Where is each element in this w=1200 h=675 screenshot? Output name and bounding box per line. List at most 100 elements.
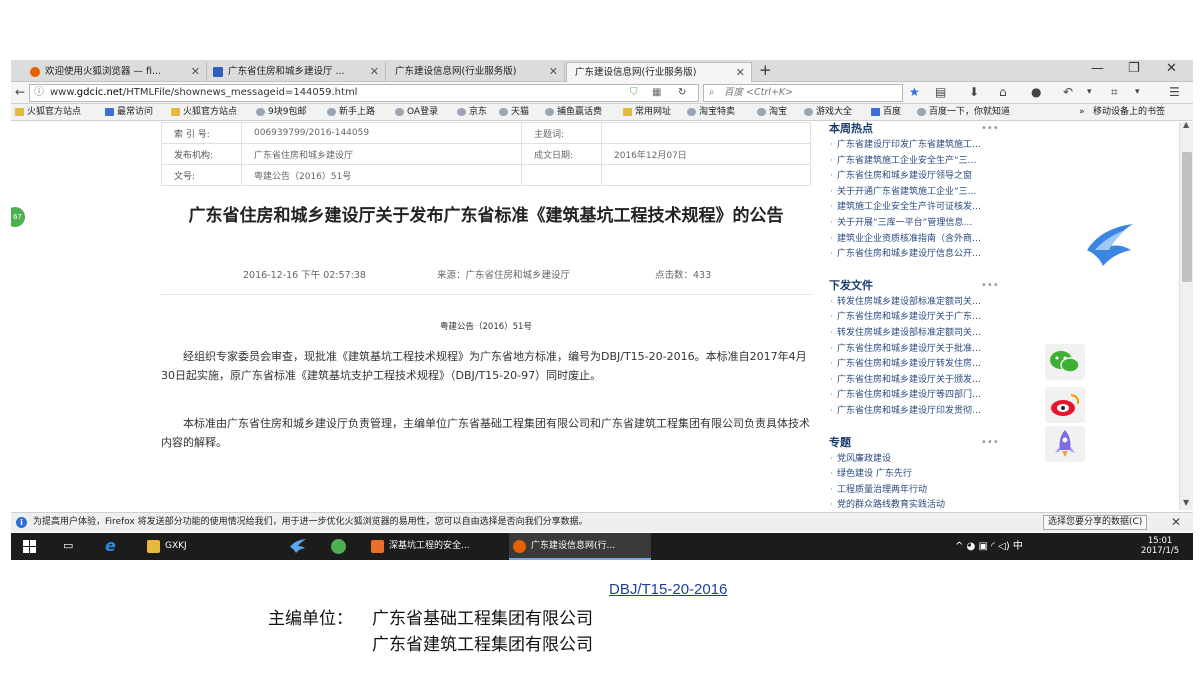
back-arrow-icon[interactable]: ← [15,85,25,99]
menu-icon[interactable]: ☰ [1169,85,1180,99]
bookmark-item[interactable]: 新手上路 [327,104,375,120]
list-item[interactable]: 广东省住房和城乡建设厅信息公开… [829,247,1014,263]
chevron-down-icon[interactable]: ▾ [1135,87,1140,97]
reload-icon[interactable]: ↻ [678,85,686,101]
list-item[interactable]: 关于开展“三库一平台”管理信息… [829,216,1014,232]
scrollbar[interactable]: ▲ ▼ [1179,122,1193,510]
list-item[interactable]: 广东省住房和城乡建设厅关于颁发… [829,373,1014,389]
bookmark-item[interactable]: 最常访问 [105,104,153,120]
bird-app-icon[interactable] [289,538,307,557]
chevron-down-icon[interactable]: ▾ [1087,87,1092,97]
bookmark-item[interactable]: 百度一下，你就知道 [917,104,1010,120]
bird-logo-icon[interactable] [1081,220,1141,270]
float-badge[interactable]: 67 [11,207,25,227]
mobile-bookmarks[interactable]: 移动设备上的书签 [1093,104,1165,120]
qr-icon[interactable]: ▦ [652,85,661,101]
tab-gdcic-active[interactable]: 广东建设信息网(行业服务版) ✕ [566,62,752,82]
tab-firefox-welcome[interactable]: 欢迎使用火狐浏览器 — fi... ✕ [25,62,207,82]
list-item[interactable]: 工程质量治理两年行动 [829,483,1014,499]
list-item[interactable]: 党的群众路线教育实践活动 [829,498,1014,510]
rocket-icon[interactable] [1045,426,1085,462]
list-item[interactable]: 广东省住房和城乡建设厅转发住房… [829,357,1014,373]
bookmark-item[interactable]: 火狐官方站点 [15,104,81,120]
bookmark-item[interactable]: 常用网址 [623,104,671,120]
search-input[interactable]: ⌕ 百度 <Ctrl+K> [703,84,903,102]
taskbar-item-active[interactable]: 广东建设信息网(行... [509,533,651,560]
undo-icon[interactable]: ↶ [1063,85,1073,99]
url-bar[interactable]: ⓘ www.gdcic.net/HTMLFile/shownews_messag… [29,84,699,102]
wechat-icon[interactable] [1045,344,1085,380]
sidebar-hot: 本周热点••• 广东省建设厅印发广东省建筑施工… 广东省建筑施工企业安全生产“三… [829,122,1029,263]
info-icon: i [16,517,27,528]
list-item[interactable]: 广东省建设厅印发广东省建筑施工… [829,138,1014,154]
tab-gdcic-1[interactable]: 广东建设信息网(行业服务版) ✕ [387,62,565,82]
system-tray[interactable]: ^ ◕ ▣ ◜ ◁) 中 [955,533,1023,560]
list-item[interactable]: 广东省住房和城乡建设厅关于广东… [829,310,1014,326]
bookmark-item[interactable]: 捕鱼赢话费 [545,104,602,120]
list-item[interactable]: 党风廉政建设 [829,452,1014,468]
bookmark-item[interactable]: OA登录 [395,104,438,120]
list-item[interactable]: 转发住房城乡建设部标准定额司关… [829,326,1014,342]
list-item[interactable]: 广东省建筑施工企业安全生产“三… [829,154,1014,170]
crop-icon[interactable]: ⌗ [1111,85,1118,100]
close-icon[interactable]: ✕ [370,62,379,82]
taskbar-item[interactable]: 深基坑工程的安全... [367,533,507,560]
sidebar: 本周热点••• 广东省建设厅印发广东省建筑施工… 广东省建筑施工企业安全生产“三… [829,122,1029,510]
more-link[interactable]: ••• [981,434,999,452]
clock[interactable]: 15:01 2017/1/5 [1141,536,1179,556]
bookmark-item[interactable]: 淘宝特卖 [687,104,735,120]
list-item[interactable]: 绿色建设 广东先行 [829,467,1014,483]
list-item[interactable]: 广东省住房和城乡建设厅领导之窗 [829,169,1014,185]
home-icon[interactable]: ⌂ [999,85,1007,99]
windows-start-icon[interactable] [23,540,36,556]
close-icon[interactable]: ✕ [1171,513,1181,532]
minimize-button[interactable]: — [1091,61,1104,76]
list-item[interactable]: 转发住房城乡建设部标准定额司关… [829,295,1014,311]
standard-code-link[interactable]: DBJ/T15-20-2016 [609,581,727,598]
shield-icon[interactable]: ⛉ [630,85,638,101]
more-link[interactable]: ••• [981,277,999,295]
article-clicks: 点击数：433 [655,270,712,281]
reading-list-icon[interactable]: ▤ [935,85,946,99]
weibo-icon[interactable] [1045,387,1085,423]
maximize-button[interactable]: ❐ [1128,61,1140,76]
list-item[interactable]: 广东省住房和城乡建设厅关于批准… [829,342,1014,358]
info-icon[interactable]: ⓘ [34,85,44,101]
bookmark-item[interactable]: 火狐官方站点 [171,104,237,120]
more-link[interactable]: ••• [981,122,999,138]
task-view-icon[interactable]: ▭ [63,539,73,552]
list-item[interactable]: 建筑业企业资质核准指南（含外商… [829,232,1014,248]
bookmark-item[interactable]: 游戏大全 [804,104,852,120]
tab-gd-housing[interactable]: 广东省住房和城乡建设厅 ... ✕ [208,62,386,82]
share-data-button[interactable]: 选择您要分享的数据(C) [1043,515,1148,530]
chat-icon[interactable]: ● [1031,85,1041,99]
chevron-right-icon[interactable]: » [1079,104,1085,120]
list-item[interactable]: 建筑施工企业安全生产许可证核发… [829,200,1014,216]
chevron-down-icon[interactable]: ▼ [1183,498,1189,507]
close-icon[interactable]: ✕ [191,62,200,82]
editor-label: 主编单位： [268,609,353,629]
browser-screenshot: 欢迎使用火狐浏览器 — fi... ✕ 广东省住房和城乡建设厅 ... ✕ 广东… [11,60,1193,560]
scrollbar-thumb[interactable] [1182,152,1192,282]
article-datetime: 2016-12-16 下午 02:57:38 [243,270,366,281]
download-icon[interactable]: ⬇ [969,85,979,99]
bookmark-item[interactable]: 淘宝 [757,104,787,120]
bookmark-item[interactable]: 百度 [871,104,901,120]
bookmark-item[interactable]: 9块9包邮 [256,104,306,120]
close-icon[interactable]: ✕ [736,63,745,82]
list-item[interactable]: 广东省住房和城乡建设厅印发贯彻… [829,404,1014,420]
star-icon[interactable]: ★ [909,85,920,99]
tab-bar: 欢迎使用火狐浏览器 — fi... ✕ 广东省住房和城乡建设厅 ... ✕ 广东… [11,60,1193,82]
chevron-up-icon[interactable]: ▲ [1183,122,1189,129]
close-icon[interactable]: ✕ [549,62,558,82]
green-app-icon[interactable] [331,539,346,554]
taskbar-item[interactable]: GXKJ [143,533,273,560]
new-tab-button[interactable]: + [759,61,772,79]
list-item[interactable]: 关于开通广东省建筑施工企业“三… [829,185,1014,201]
list-item[interactable]: 广东省住房和城乡建设厅等四部门… [829,388,1014,404]
bookmark-item[interactable]: 天猫 [499,104,529,120]
bookmark-item[interactable]: 京东 [457,104,487,120]
nav-bar: ← ⓘ www.gdcic.net/HTMLFile/shownews_mess… [11,82,1193,104]
close-window-button[interactable]: ✕ [1166,61,1177,76]
ie-icon[interactable]: e [105,536,116,555]
